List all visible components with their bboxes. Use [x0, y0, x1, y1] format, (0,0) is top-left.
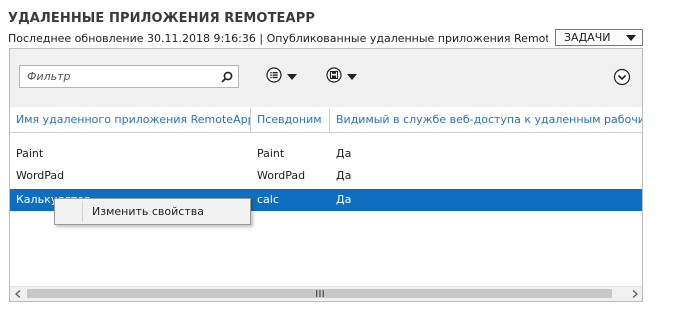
cell-visible: Да	[336, 147, 352, 160]
column-header-visible[interactable]: Видимый в службе веб-доступа к удаленным…	[330, 108, 642, 132]
column-header-alias[interactable]: Псевдоним	[251, 108, 329, 132]
menu-item-edit-properties[interactable]: Изменить свойства	[82, 200, 248, 223]
save-button[interactable]	[326, 67, 357, 87]
tasks-dropdown[interactable]: ЗАДАЧИ	[555, 29, 643, 46]
cell-alias: Paint	[257, 147, 285, 160]
table-header: Имя удаленного приложения RemoteApp Псев…	[10, 108, 642, 133]
cell-name: WordPad	[16, 169, 65, 182]
scroll-right-icon[interactable]	[627, 287, 642, 301]
horizontal-scrollbar[interactable]	[10, 286, 642, 301]
toolbar	[10, 49, 642, 107]
list-options-icon	[266, 67, 282, 87]
cell-alias: WordPad	[257, 169, 306, 182]
search-icon[interactable]	[216, 66, 238, 87]
filter-input[interactable]	[20, 66, 216, 87]
page-title: УДАЛЕННЫЕ ПРИЛОЖЕНИЯ REMOTEAPP	[8, 11, 315, 26]
cell-visible: Да	[336, 169, 352, 182]
remoteapp-panel: Имя удаленного приложения RemoteApp Псев…	[9, 48, 643, 302]
chevron-down-icon	[347, 74, 357, 80]
scrollbar-thumb[interactable]	[27, 289, 612, 298]
expand-icon[interactable]	[613, 68, 631, 90]
cell-alias: calc	[257, 193, 279, 206]
grip-icon	[315, 290, 324, 299]
chevron-down-icon	[287, 74, 297, 80]
table-row[interactable]: WordPad WordPad Да	[10, 165, 642, 187]
column-header-name[interactable]: Имя удаленного приложения RemoteApp	[10, 108, 250, 132]
last-updated-subtitle: Последнее обновление 30.11.2018 9:16:36 …	[8, 32, 548, 45]
save-icon	[326, 67, 342, 87]
context-menu: Изменить свойства	[54, 198, 251, 225]
scroll-left-icon[interactable]	[10, 287, 25, 301]
cell-name: Paint	[16, 147, 44, 160]
list-options-button[interactable]	[266, 67, 297, 87]
chevron-down-icon	[626, 34, 636, 41]
filter-box	[19, 65, 239, 88]
table-row[interactable]: Paint Paint Да	[10, 143, 642, 165]
tasks-label: ЗАДАЧИ	[564, 31, 611, 44]
cell-visible: Да	[336, 193, 352, 206]
